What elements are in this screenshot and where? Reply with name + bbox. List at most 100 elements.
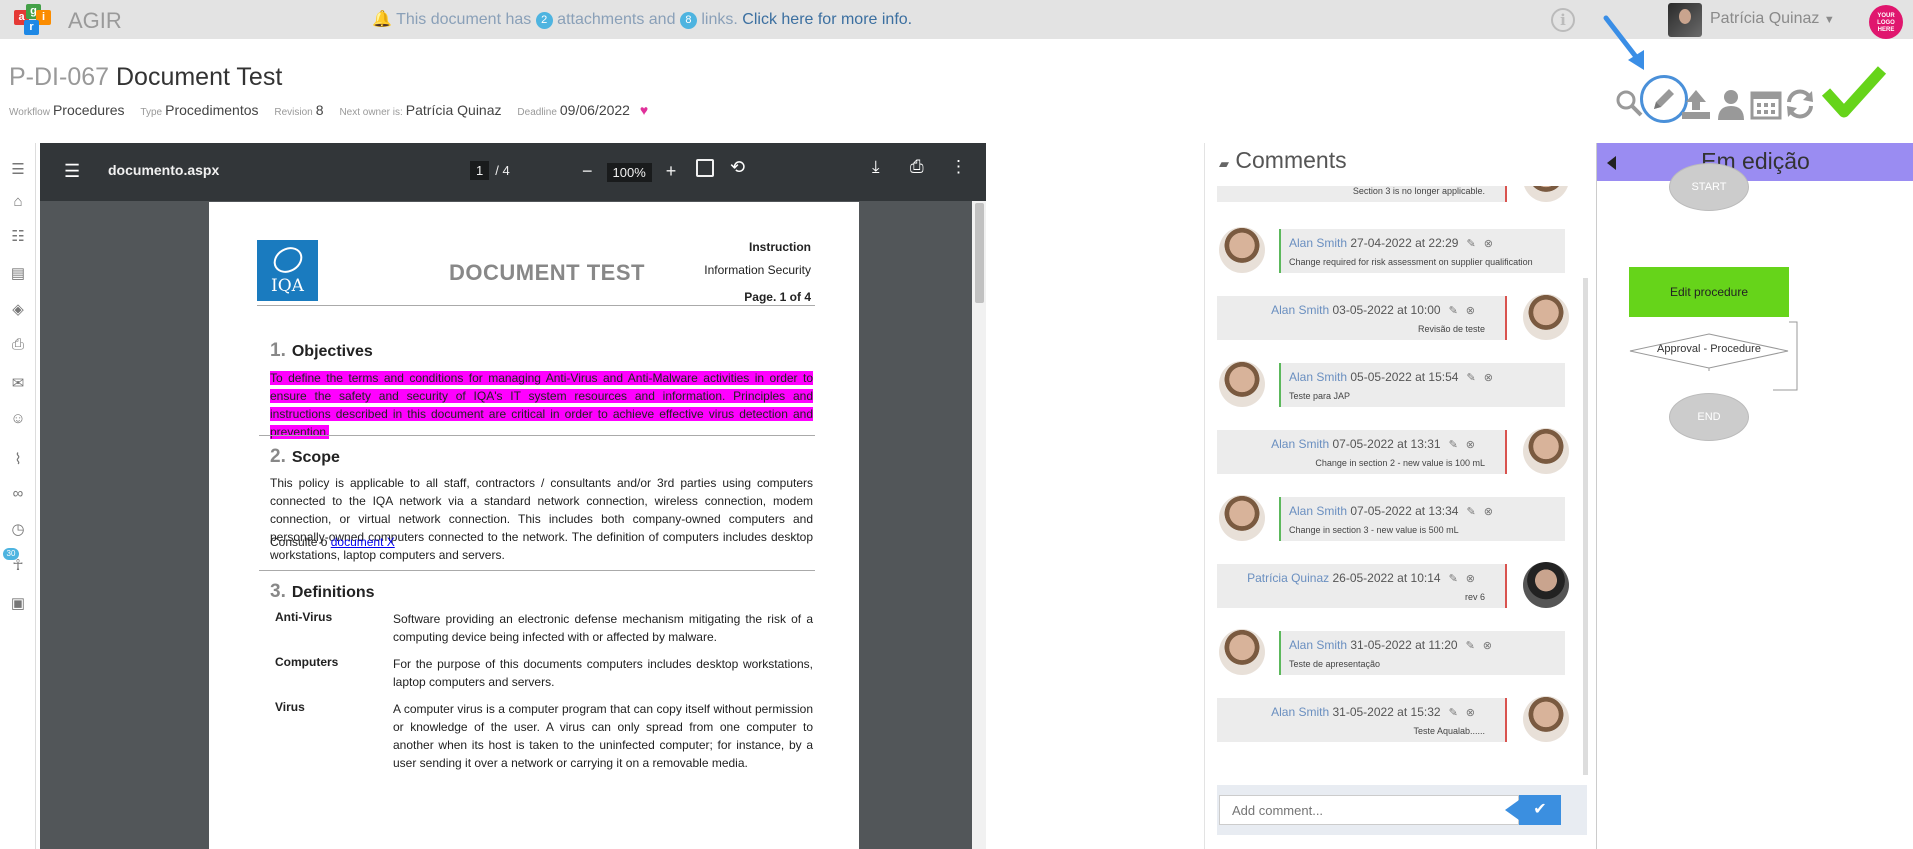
comment-avatar (1219, 495, 1265, 541)
comments-scrollbar[interactable] (1583, 278, 1588, 775)
zoom-level[interactable]: 100% (606, 163, 652, 182)
comment-author[interactable]: Alan Smith (1271, 705, 1329, 719)
comment-bubble: Alan Smith 03-05-2022 at 10:00 ✎ ⊗ Revisão… (1217, 296, 1507, 340)
workflow-approval-node[interactable]: Approval - Procedure (1629, 343, 1789, 355)
page-number-input[interactable]: 1 (470, 161, 490, 180)
revision-label: Revision (274, 107, 313, 118)
document-icon[interactable]: ▤ (8, 265, 28, 283)
divider (259, 570, 815, 571)
workflow-edit-node[interactable]: Edit procedure (1629, 267, 1789, 317)
workflow-end-node[interactable]: END (1669, 393, 1749, 441)
document-link[interactable]: document X (331, 535, 395, 549)
accessibility-icon[interactable]: ☥ (8, 557, 28, 575)
comment-bubble: Alan Smith 07-05-2022 at 13:34 ✎ ⊗ Change … (1279, 497, 1565, 541)
deadline-value: 09/06/2022 (559, 102, 630, 118)
comment-date: 31-05-2022 at 15:32 (1332, 705, 1441, 719)
app-logo[interactable]: a g i r (14, 4, 52, 36)
comment-avatar (1219, 361, 1265, 407)
pencil-icon[interactable]: ✎ (1466, 372, 1475, 384)
attachment-icon[interactable]: ⌇ (8, 451, 28, 469)
comment-avatar (1523, 696, 1569, 742)
heart-icon[interactable]: ♥ (640, 102, 648, 118)
contacts-icon[interactable]: ☺ (8, 410, 28, 428)
comment-text: Revisão de teste (1417, 324, 1485, 334)
comment-date: 07-05-2022 at 13:31 (1332, 437, 1441, 451)
list-icon[interactable]: ☷ (8, 228, 28, 246)
close-icon[interactable]: ⊗ (1484, 372, 1493, 384)
pdf-filename: documento.aspx (108, 162, 220, 178)
comment-text: Change in section 3 - new value is 500 m… (1289, 525, 1459, 535)
user-avatar[interactable] (1668, 3, 1702, 37)
workflow-start-node[interactable]: START (1669, 163, 1749, 211)
close-icon[interactable]: ⊗ (1466, 573, 1475, 585)
send-comment-button[interactable]: ✔ (1519, 795, 1561, 825)
owner-label: Next owner is: (339, 107, 403, 118)
clock-icon[interactable]: ◷ (8, 521, 28, 539)
pencil-icon[interactable]: ✎ (1449, 707, 1458, 719)
attachments-count-badge: 2 (535, 12, 553, 29)
comment-author[interactable]: Alan Smith (1289, 638, 1347, 652)
collapse-arrow-icon[interactable] (1607, 156, 1616, 170)
pencil-icon[interactable]: ✎ (1466, 640, 1475, 652)
user-menu[interactable]: Patrícia Quinaz ▼ (1710, 10, 1835, 28)
iqa-logo: IQA (257, 240, 318, 301)
calendar-icon[interactable] (1750, 88, 1782, 120)
pencil-icon[interactable]: ✎ (1449, 305, 1458, 317)
comment-item: Alan Smith 31-05-2022 at 15:32 ✎ ⊗ Teste A… (1217, 696, 1569, 744)
approve-check-icon[interactable] (1822, 64, 1886, 120)
close-icon[interactable]: ⊗ (1466, 439, 1475, 451)
pencil-icon[interactable]: ✎ (1466, 506, 1475, 518)
print-icon[interactable]: ⎙ (8, 336, 28, 354)
rotate-icon[interactable]: ⟲ (730, 157, 745, 178)
more-info-link[interactable]: Click here for more info. (742, 11, 912, 28)
user-name: Patrícia Quinaz (1710, 10, 1820, 27)
definition-term: Virus (275, 700, 305, 714)
zoom-in-icon[interactable]: + (666, 161, 677, 181)
close-icon[interactable]: ⊗ (1483, 640, 1492, 652)
comment-text: Teste para JAP (1289, 391, 1351, 401)
menu-icon[interactable]: ☰ (8, 161, 28, 179)
comment-bubble: Section 3 is no longer applicable. (1217, 186, 1507, 202)
comment-author[interactable]: Alan Smith (1271, 437, 1329, 451)
add-comment-input[interactable] (1219, 795, 1519, 825)
user-icon[interactable] (1716, 88, 1746, 120)
scrollbar-thumb[interactable] (975, 203, 984, 303)
close-icon[interactable]: ⊗ (1484, 238, 1493, 250)
comment-author[interactable]: Alan Smith (1289, 236, 1347, 250)
page-title: P-DI-067 Document Test (9, 63, 282, 92)
workflow-status-header: Em edição (1597, 143, 1913, 181)
comment-bubble: Alan Smith 27-04-2022 at 22:29 ✎ ⊗ Change … (1279, 229, 1565, 273)
comment-author[interactable]: Alan Smith (1289, 370, 1347, 384)
upload-icon[interactable] (1680, 88, 1714, 122)
zoom-out-icon[interactable]: − (582, 161, 593, 181)
close-icon[interactable]: ⊗ (1466, 305, 1475, 317)
pencil-icon[interactable]: ✎ (1449, 439, 1458, 451)
pencil-icon[interactable]: ✎ (1449, 573, 1458, 585)
close-icon[interactable]: ⊗ (1466, 707, 1475, 719)
home-icon[interactable]: ⌂ (8, 193, 28, 211)
mail-icon[interactable]: ✉ (8, 375, 28, 393)
comment-text: Teste Aqualab...... (1413, 726, 1485, 736)
pencil-icon[interactable]: ✎ (1466, 238, 1475, 250)
comment-author[interactable]: Patrícia Quinaz (1247, 571, 1329, 585)
briefcase-icon[interactable]: ▣ (8, 595, 28, 613)
tag-icon[interactable]: ◈ (8, 301, 28, 319)
comments-heading: Comments (1235, 147, 1347, 173)
close-icon[interactable]: ⊗ (1484, 506, 1493, 518)
download-icon[interactable]: ⤓ (872, 157, 880, 177)
refresh-icon[interactable] (1784, 88, 1816, 120)
print-icon[interactable]: ⎙ (910, 157, 924, 177)
menu-icon[interactable]: ☰ (64, 161, 80, 182)
more-options-icon[interactable]: ⋮ (950, 157, 967, 177)
consult-text: Consulte o (270, 535, 328, 549)
link-icon[interactable]: ∞ (8, 485, 28, 503)
fit-page-icon[interactable] (696, 159, 714, 177)
owner-value: Patrícia Quinaz (405, 102, 502, 118)
comment-author[interactable]: Alan Smith (1271, 303, 1329, 317)
comment-item: Alan Smith 31-05-2022 at 11:20 ✎ ⊗ Teste d… (1217, 629, 1569, 677)
pencil-icon (1654, 89, 1674, 109)
definition-term: Computers (275, 655, 339, 669)
comment-text: Teste de apresentação (1289, 659, 1381, 669)
info-icon[interactable]: i (1551, 8, 1575, 32)
comment-author[interactable]: Alan Smith (1289, 504, 1347, 518)
